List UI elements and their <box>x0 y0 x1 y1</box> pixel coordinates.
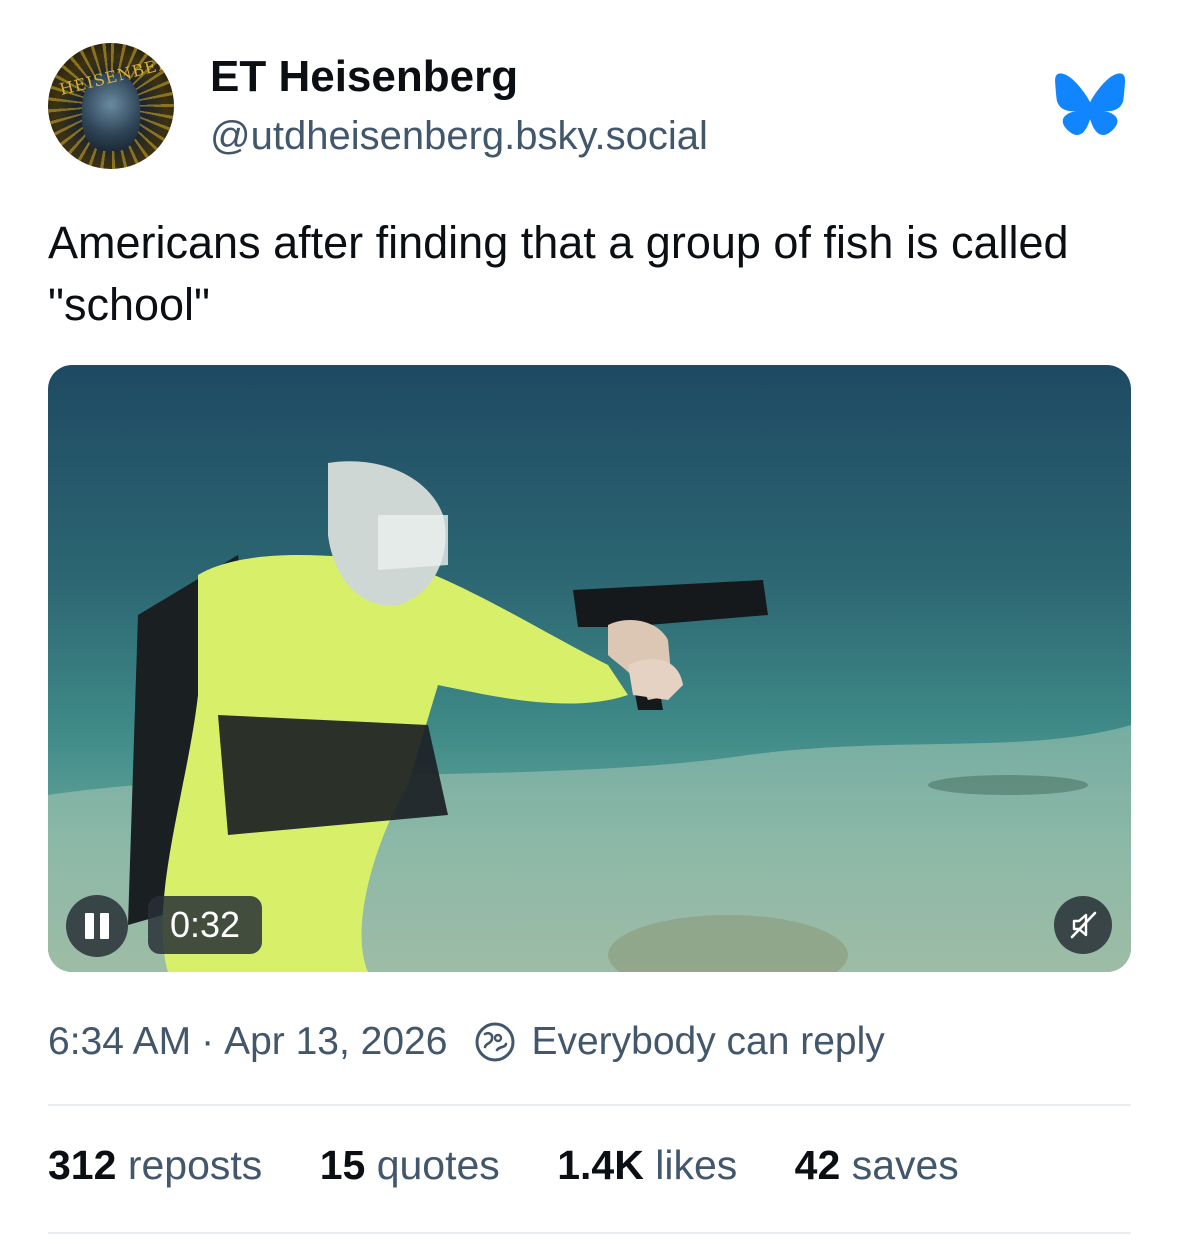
post-date[interactable]: Apr 13, 2026 <box>224 1020 447 1064</box>
pause-icon-bar <box>100 913 109 939</box>
video-timestamp: 0:32 <box>148 896 263 954</box>
quotes-stat[interactable]: 15 quotes <box>320 1142 500 1188</box>
divider-top <box>48 1104 1131 1106</box>
post-text: Americans after finding that a group of … <box>48 217 1069 330</box>
pause-icon <box>85 913 94 939</box>
reposts-label: reposts <box>127 1142 263 1188</box>
post-time[interactable]: 6:34 AM <box>48 1020 191 1064</box>
quotes-label: quotes <box>376 1142 500 1188</box>
reply-setting-icon <box>475 1022 515 1062</box>
video-frame <box>48 461 1131 972</box>
reposts-stat[interactable]: 312 reposts <box>48 1142 262 1188</box>
divider-bottom <box>48 1232 1131 1234</box>
reply-setting-label[interactable]: Everybody can reply <box>531 1020 884 1064</box>
author-handle[interactable]: @utdheisenberg.bsky.social <box>210 114 708 159</box>
post-stats: 312 reposts 15 quotes 1.4K likes 42 save… <box>48 1142 1005 1189</box>
likes-count: 1.4K <box>557 1142 644 1188</box>
saves-label: saves <box>851 1142 959 1188</box>
speaker-muted-icon <box>1070 911 1097 939</box>
bluesky-butterfly-icon <box>1055 73 1126 135</box>
reposts-count: 312 <box>48 1142 117 1188</box>
likes-stat[interactable]: 1.4K likes <box>557 1142 737 1188</box>
saves-stat[interactable]: 42 saves <box>795 1142 959 1188</box>
meta-separator: · <box>201 1020 215 1063</box>
quotes-count: 15 <box>319 1142 366 1188</box>
saves-count: 42 <box>794 1142 841 1188</box>
avatar[interactable]: HEISENBERG <box>48 43 174 169</box>
post-meta: 6:34 AM · Apr 13, 2026 Everybody can rep… <box>48 1020 885 1064</box>
pause-button[interactable] <box>66 895 128 957</box>
video-player[interactable]: 0:32 <box>48 365 1131 972</box>
author-display-name[interactable]: ET Heisenberg <box>210 52 518 102</box>
mute-button[interactable] <box>1054 896 1112 954</box>
likes-label: likes <box>655 1142 738 1188</box>
